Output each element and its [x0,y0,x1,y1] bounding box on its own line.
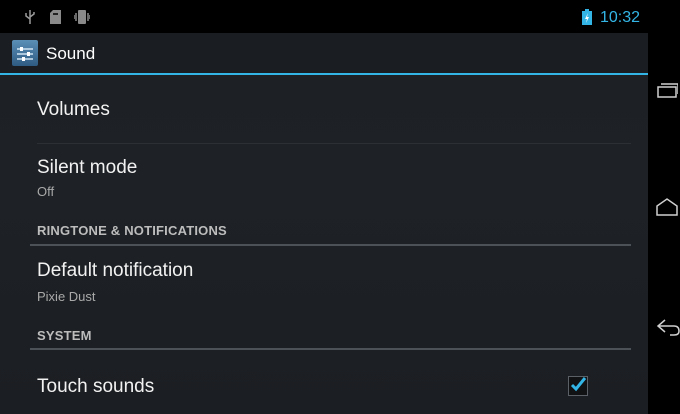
volumes-title: Volumes [37,99,110,120]
default-notification-title: Default notification [37,260,194,281]
status-time: 10:32 [599,9,640,26]
sd-card-icon [50,10,61,29]
default-notification-item[interactable]: Default notification Pixie Dust [0,247,648,317]
volumes-item[interactable]: Volumes [0,76,648,142]
page-title: Sound [46,44,96,63]
sound-settings-app-icon[interactable] [12,40,38,66]
vibrate-icon [73,10,91,29]
navigation-bar [648,0,680,414]
section-header-system: SYSTEM [37,328,92,343]
home-icon[interactable] [656,198,678,221]
touch-sounds-item[interactable]: Touch sounds [0,351,648,414]
usb-icon [24,10,36,29]
recent-apps-icon[interactable] [656,82,679,103]
checkmark-icon [570,377,587,392]
battery-charging-icon [582,9,592,30]
settings-screen: 10:32 Sound Volumes Silent mode Off RING… [0,0,648,414]
section-divider [30,244,631,246]
back-icon[interactable] [656,318,680,341]
silent-mode-title: Silent mode [37,157,138,178]
action-bar: Sound [0,33,648,75]
touch-sounds-checkbox[interactable] [568,376,588,396]
section-header-ringtone: RINGTONE & NOTIFICATIONS [37,223,227,238]
silent-mode-item[interactable]: Silent mode Off [0,144,648,216]
default-notification-summary: Pixie Dust [37,289,96,304]
silent-mode-summary: Off [37,184,55,199]
status-bar: 10:32 [0,0,648,33]
section-divider [30,348,631,350]
touch-sounds-title: Touch sounds [37,376,155,397]
